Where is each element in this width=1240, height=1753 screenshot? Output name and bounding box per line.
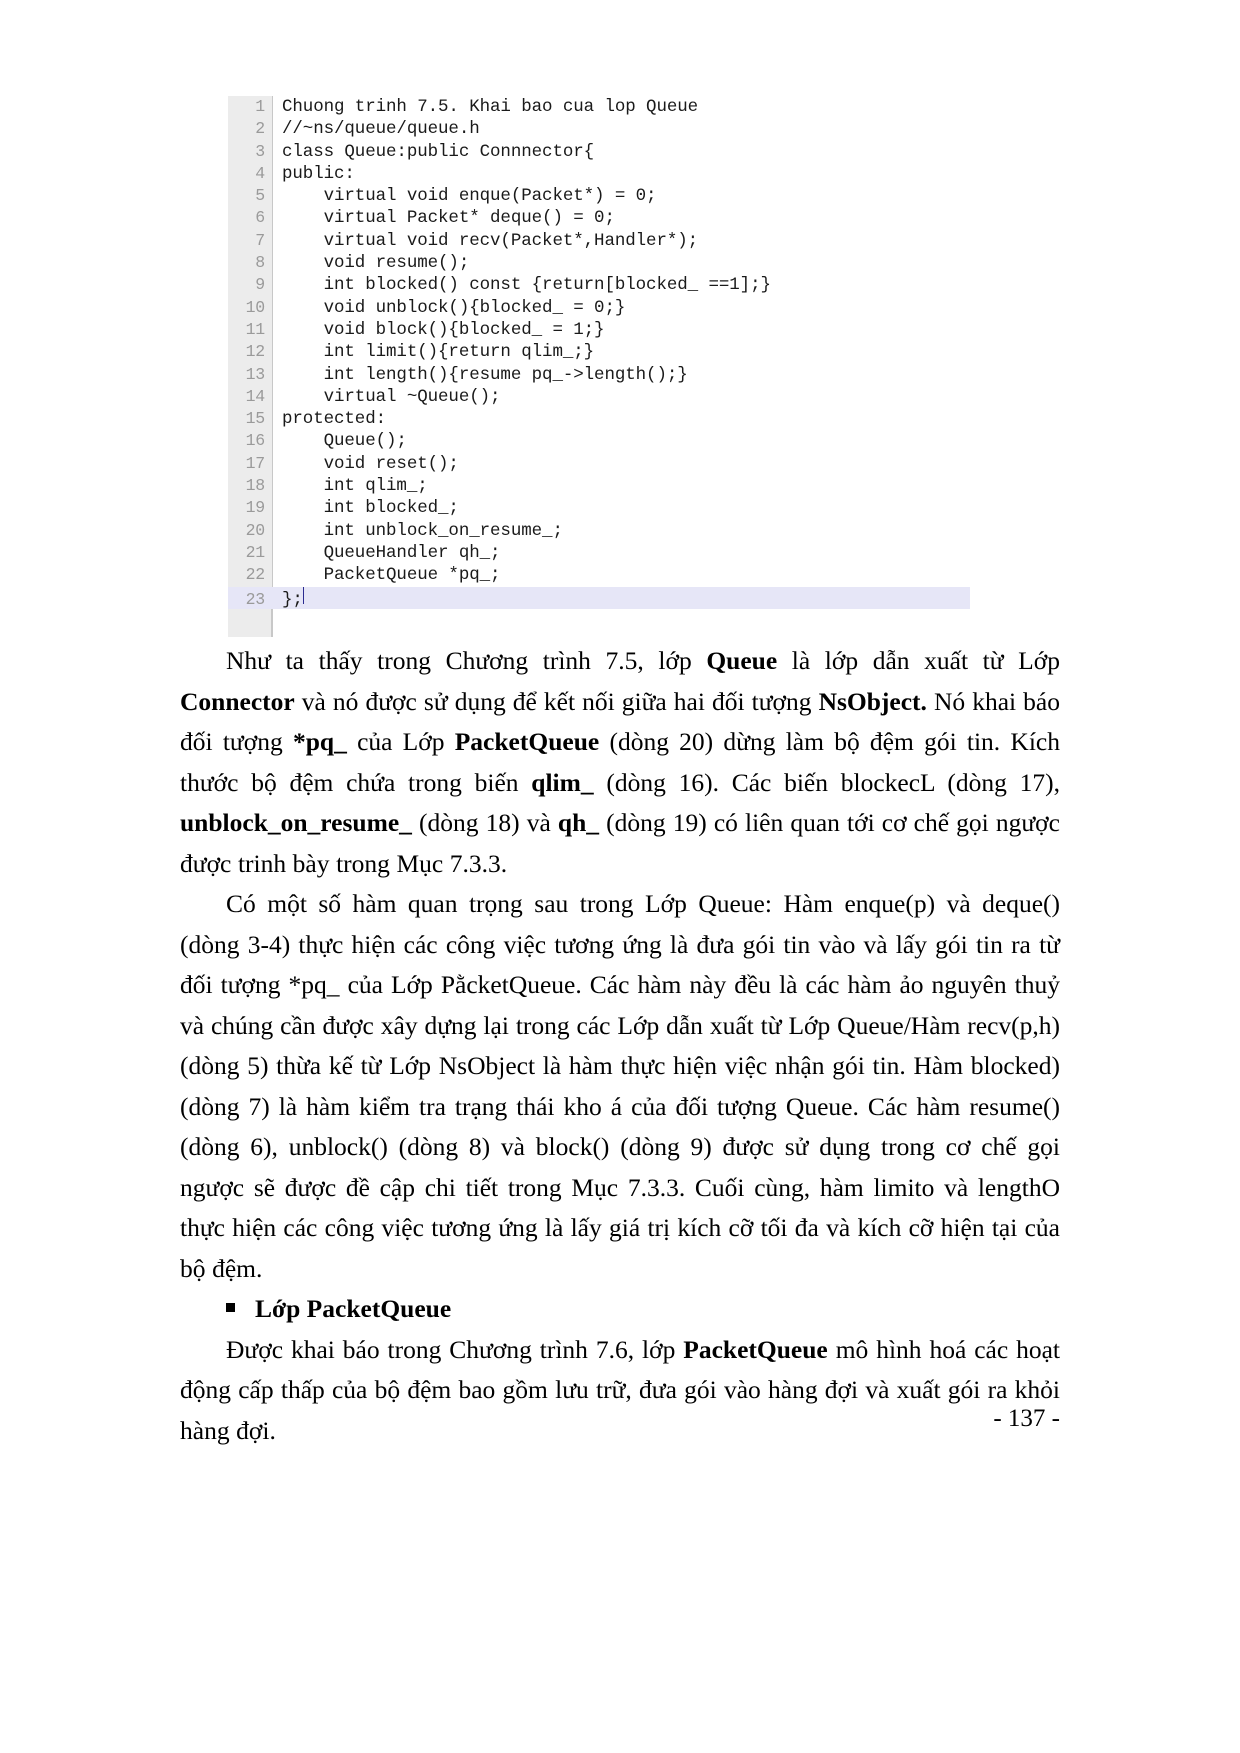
p1-seg7: (dòng 16). Các biến blockecL (dòng 17), — [593, 767, 1060, 797]
code-line-text: int qlim_; — [282, 476, 428, 497]
code-line: 12 int limit(){return qlim_;} — [228, 341, 970, 363]
document-page: 1 Chuong trinh 7.5. Khai bao cua lop Queu… — [0, 0, 1240, 1753]
code-line-text: PacketQueue *pq_; — [282, 565, 501, 586]
body-text: Như ta thấy trong Chương trình 7.5, lớp … — [180, 641, 1060, 1451]
code-line-number: 12 — [245, 342, 266, 362]
code-line: 16 Queue(); — [228, 430, 970, 452]
code-line-text: int length(){resume pq_->length();} — [282, 364, 688, 385]
code-line: 10 void unblock(){blocked_ = 0;} — [228, 297, 970, 319]
page-number: - 137 - — [993, 1405, 1060, 1432]
code-line: 23}; — [228, 586, 970, 610]
code-line: 22 PacketQueue *pq_; — [228, 564, 970, 586]
code-line-number: 15 — [245, 409, 266, 429]
code-line-number: 17 — [245, 453, 266, 473]
code-line: 18 int qlim_; — [228, 475, 970, 497]
code-line-number: 1 — [255, 97, 265, 116]
code-line-text: int limit(){return qlim_;} — [282, 342, 595, 363]
code-line-text: int unblock_on_resume_; — [282, 520, 563, 541]
code-line: 2 //~ns/queue/queue.h — [228, 118, 970, 140]
code-line: 11 void block(){blocked_ = 1;} — [228, 319, 970, 341]
paragraph-1: Như ta thấy trong Chương trình 7.5, lớp … — [180, 641, 1060, 884]
square-bullet-icon — [226, 1303, 235, 1312]
code-line-number: 10 — [245, 297, 266, 317]
code-line-number: 4 — [255, 163, 265, 183]
code-line: 6 virtual Packet* deque() = 0; — [228, 207, 970, 229]
code-line: 20 int unblock_on_resume_; — [228, 520, 970, 542]
p1-bold-nsobject: NsObject. — [818, 686, 927, 716]
code-line-text: void unblock(){blocked_ = 0;} — [282, 297, 626, 318]
code-line-text: virtual ~Queue(); — [282, 386, 501, 407]
code-line-text: void block(){blocked_ = 1;} — [282, 319, 605, 340]
code-line-number: 11 — [245, 319, 266, 339]
code-line-text: Chuong trinh 7.5. Khai bao cua lop Queue — [282, 97, 699, 117]
code-line-number: 23 — [245, 589, 266, 609]
code-line-text: protected: — [282, 409, 387, 430]
p1-bold-qlim: qlim_ — [531, 767, 594, 797]
code-line: 1 Chuong trinh 7.5. Khai bao cua lop Queu… — [228, 96, 970, 118]
p1-bold-queue: Queue — [706, 646, 778, 675]
code-line-text: virtual Packet* deque() = 0; — [282, 208, 615, 229]
code-line: 8 void resume(); — [228, 252, 970, 274]
p1-seg1: Như ta thấy trong Chương trình 7.5, lớp — [226, 646, 707, 675]
code-line: 13 int length(){resume pq_->length();} — [228, 364, 970, 386]
code-line-text: void resume(); — [282, 253, 470, 274]
code-line-number: 9 — [255, 275, 265, 295]
p1-bold-unblock-on-resume: unblock_on_resume_ — [180, 808, 412, 837]
code-line-number: 6 — [255, 208, 265, 228]
bullet-heading-packetqueue: Lớp PacketQueue — [180, 1289, 1060, 1330]
p3-bold-packetqueue: PacketQueue — [683, 1334, 828, 1364]
code-gutter-tail — [228, 608, 272, 637]
paragraph-2: Có một số hàm quan trọng sau trong Lớp Q… — [180, 889, 1060, 1283]
code-line: 15 protected: — [228, 408, 970, 430]
code-line-number: 8 — [255, 253, 265, 273]
code-line-number: 3 — [255, 141, 265, 161]
p1-seg5: của Lớp — [346, 727, 455, 756]
code-line-text: virtual void enque(Packet*) = 0; — [282, 186, 657, 207]
bullet-heading-label: Lớp PacketQueue — [255, 1294, 452, 1323]
code-line: 17 void reset(); — [228, 453, 970, 475]
code-line: 9 int blocked() const {return[blocked_ =… — [228, 274, 970, 296]
code-line-number: 21 — [245, 542, 266, 562]
code-line: 7 virtual void recv(Packet*,Handler*); — [228, 230, 970, 252]
p1-seg3: và nó được sử dụng để kết nối giữa hai đ… — [294, 686, 819, 716]
code-line-text: int blocked_; — [282, 498, 459, 519]
code-line: 19 int blocked_; — [228, 497, 970, 519]
code-line-number: 14 — [245, 386, 266, 406]
page-footer: - 137 - — [0, 1404, 1060, 1434]
code-line-text: void reset(); — [282, 453, 459, 474]
p1-bold-qh: qh_ — [557, 808, 600, 837]
code-lines-container: 1 Chuong trinh 7.5. Khai bao cua lop Queu… — [228, 96, 970, 610]
code-line-text: QueueHandler qh_; — [282, 542, 501, 563]
code-line: 5 virtual void enque(Packet*) = 0; — [228, 185, 970, 207]
code-line-number: 7 — [255, 230, 265, 250]
code-line-text: public: — [282, 163, 355, 184]
code-line-text: //~ns/queue/queue.h — [282, 119, 480, 140]
p1-bold-connector: Connector — [180, 686, 295, 716]
code-line: 21 QueueHandler qh_; — [228, 542, 970, 564]
p1-seg2: là lớp dẫn xuất từ Lớp — [777, 646, 1060, 675]
p1-bold-packetqueue: PacketQueue — [454, 727, 600, 756]
code-line: 3 class Queue:public Connnector{ — [228, 141, 970, 163]
code-line-number: 18 — [245, 476, 266, 496]
p3-seg1: Được khai báo trong Chương trình 7.6, lớ… — [226, 1334, 684, 1364]
code-listing: 1 Chuong trinh 7.5. Khai bao cua lop Queu… — [228, 96, 970, 637]
p1-seg8: (dòng 18) và — [411, 808, 558, 837]
code-line-number: 16 — [245, 431, 266, 451]
code-line: 14 virtual ~Queue(); — [228, 386, 970, 408]
code-line: 4 public: — [228, 163, 970, 185]
p1-bold-pq: *pq_ — [292, 727, 347, 756]
code-line-number: 13 — [245, 364, 266, 384]
code-line-number: 20 — [245, 520, 266, 540]
code-listing-tail — [228, 608, 970, 637]
code-line-text: virtual void recv(Packet*,Handler*); — [282, 230, 699, 251]
code-line-number: 2 — [255, 119, 265, 139]
code-line-text: int blocked() const {return[blocked_ ==1… — [282, 275, 771, 296]
code-line-text: Queue(); — [282, 431, 407, 452]
code-line-text: }; — [282, 589, 303, 610]
code-line-text: class Queue:public Connnector{ — [282, 141, 595, 162]
text-cursor-icon — [302, 586, 305, 604]
code-line-number: 19 — [245, 498, 266, 518]
code-line-number: 5 — [255, 186, 265, 206]
code-line-number: 22 — [245, 565, 266, 585]
